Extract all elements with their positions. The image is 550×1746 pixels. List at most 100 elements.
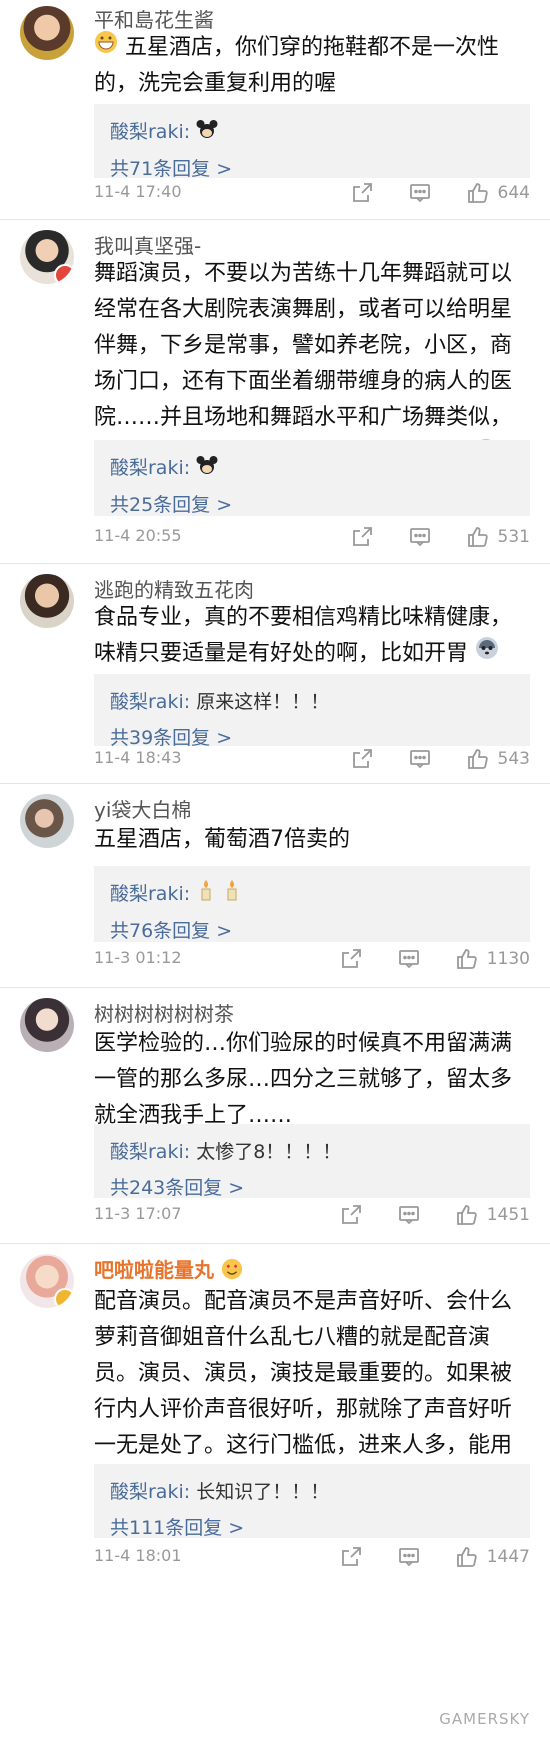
comment-body: 食品专业，真的不要相信鸡精比味精健康，味精只要适量是有好处的啊，比如开胃 [94,605,513,666]
username[interactable]: 逃跑的精致五花肉 [94,574,254,603]
comment-meta: 11-4 18:01 1447 [94,1542,530,1572]
share-icon[interactable] [350,525,374,549]
reply-author[interactable]: 酸梨raki: [110,1141,190,1163]
share-icon[interactable] [339,1203,363,1227]
comment-item: 平和島花生酱 五星酒店，你们穿的拖鞋都不是一次性的，洗完会重复利用的喔 酸梨ra… [0,0,550,220]
action-bar: 543 [316,744,530,774]
like-button[interactable]: 1130 [455,947,530,971]
like-count: 543 [497,749,530,769]
husky-emoji-icon [475,636,499,672]
reply-box[interactable]: 酸梨raki: 共76条回复 > [94,866,530,942]
like-button[interactable]: 1447 [455,1545,530,1569]
thumbs-up-icon [466,181,490,205]
comment-icon[interactable] [397,1545,421,1569]
action-bar: 1451 [305,1200,530,1230]
comment-body: 舞蹈演员，不要以为苦练十几年舞蹈就可以经常在各大剧院表演舞剧，或者可以给明星伴舞… [94,261,513,466]
reply-line: 酸梨raki: 原来这样！！！ [110,684,514,720]
action-bar: 531 [316,522,530,552]
username[interactable]: yi袋大白棉 [94,794,191,823]
like-count: 1447 [486,1547,530,1567]
reply-line: 酸梨raki: [110,450,514,487]
comment-icon[interactable] [397,1203,421,1227]
comment-text: 食品专业，真的不要相信鸡精比味精健康，味精只要适量是有好处的啊，比如开胃 [94,600,530,672]
action-bar: 1130 [305,944,530,974]
reply-author[interactable]: 酸梨raki: [110,691,190,713]
avatar[interactable] [20,998,74,1052]
grin-emoji-icon [94,30,118,66]
like-count: 1451 [486,1205,530,1225]
comment-body: 五星酒店，你们穿的拖鞋都不是一次性的，洗完会重复利用的喔 [94,35,500,96]
reply-box[interactable]: 酸梨raki: 共71条回复 > [94,104,530,180]
avatar[interactable] [20,794,74,848]
reply-line: 酸梨raki: 太惨了8！！！！ [110,1134,514,1170]
comment-body: 五星酒店，葡萄酒7倍卖的 [94,827,350,852]
share-icon[interactable] [350,181,374,205]
thumbs-up-icon [455,1545,479,1569]
timestamp: 11-3 17:07 [94,1204,182,1223]
comment-item: 树树树树树树茶 医学检验的…你们验尿的时候真不用留满满一管的那么多尿…四分之三就… [0,988,550,1244]
mickey-emoji-icon [196,115,218,151]
reply-author[interactable]: 酸梨raki: [110,457,190,479]
comment-meta: 11-4 20:55 531 [94,522,530,552]
timestamp: 11-4 18:01 [94,1546,182,1565]
username-text: 吧啦啦能量丸 [94,1258,214,1282]
comment-item: 我叫真坚强- 舞蹈演员，不要以为苦练十几年舞蹈就可以经常在各大剧院表演舞剧，或者… [0,220,550,564]
verified-badge-icon [54,264,74,284]
comment-icon[interactable] [408,525,432,549]
comment-icon[interactable] [408,181,432,205]
thumbs-up-icon [455,947,479,971]
comment-item: 吧啦啦能量丸 配音演员。配音演员不是声音好听、会什么萝莉音御姐音什么乱七八糟的就… [0,1244,550,1567]
reply-text: 长知识了！！！ [196,1481,330,1503]
comment-meta: 11-3 17:07 1451 [94,1200,530,1230]
reply-text: 太惨了8！！！！ [196,1141,342,1163]
like-button[interactable]: 531 [466,525,530,549]
avatar[interactable] [20,230,74,284]
avatar[interactable] [20,1254,74,1308]
username[interactable]: 我叫真坚强- [94,230,201,259]
vip-badge-icon [54,1288,74,1308]
reply-text: 原来这样！！！ [196,691,330,713]
username[interactable]: 吧啦啦能量丸 [94,1254,243,1285]
comment-meta: 11-3 01:12 1130 [94,944,530,974]
comment-icon[interactable] [397,947,421,971]
reply-line: 酸梨raki: [110,114,514,151]
avatar[interactable] [20,574,74,628]
username[interactable]: 树树树树树树茶 [94,998,234,1027]
like-button[interactable]: 1451 [455,1203,530,1227]
view-replies-link[interactable]: 共111条回复 > [110,1510,514,1546]
reply-box[interactable]: 酸梨raki: 共25条回复 > [94,440,530,516]
like-count: 644 [497,183,530,203]
comment-body: 医学检验的…你们验尿的时候真不用留满满一管的那么多尿…四分之三就够了，留太多就全… [94,1031,513,1128]
reply-author[interactable]: 酸梨raki: [110,883,190,905]
heart-eyes-emoji-icon [221,1258,243,1285]
reply-box[interactable]: 酸梨raki: 原来这样！！！ 共39条回复 > [94,674,530,749]
timestamp: 11-4 20:55 [94,526,182,545]
like-button[interactable]: 543 [466,747,530,771]
timestamp: 11-4 17:40 [94,182,182,201]
comment-item: yi袋大白棉 五星酒店，葡萄酒7倍卖的 酸梨raki: 共76条回复 > 11-… [0,784,550,988]
share-icon[interactable] [339,947,363,971]
reply-box[interactable]: 酸梨raki: 长知识了！！！ 共111条回复 > [94,1464,530,1539]
reply-box[interactable]: 酸梨raki: 太惨了8！！！！ 共243条回复 > [94,1124,530,1199]
reply-author[interactable]: 酸梨raki: [110,121,190,143]
comment-meta: 11-4 18:43 543 [94,744,530,774]
candle-emoji-icon [196,877,216,913]
action-bar: 644 [316,178,530,208]
reply-author[interactable]: 酸梨raki: [110,1481,190,1503]
reply-line: 酸梨raki: 长知识了！！！ [110,1474,514,1510]
comment-text: 医学检验的…你们验尿的时候真不用留满满一管的那么多尿…四分之三就够了，留太多就全… [94,1026,530,1134]
comment-text: 五星酒店，葡萄酒7倍卖的 [94,822,530,858]
avatar[interactable] [20,6,74,60]
timestamp: 11-3 01:12 [94,948,182,967]
view-replies-link[interactable]: 共25条回复 > [110,487,514,523]
username[interactable]: 平和島花生酱 [94,4,214,33]
comment-icon[interactable] [408,747,432,771]
reply-line: 酸梨raki: [110,876,514,913]
comment-item: 逃跑的精致五花肉 食品专业，真的不要相信鸡精比味精健康，味精只要适量是有好处的啊… [0,564,550,784]
comment-text: 五星酒店，你们穿的拖鞋都不是一次性的，洗完会重复利用的喔 [94,30,530,102]
share-icon[interactable] [350,747,374,771]
share-icon[interactable] [339,1545,363,1569]
mickey-emoji-icon [196,451,218,487]
like-count: 1130 [486,949,530,969]
like-button[interactable]: 644 [466,181,530,205]
